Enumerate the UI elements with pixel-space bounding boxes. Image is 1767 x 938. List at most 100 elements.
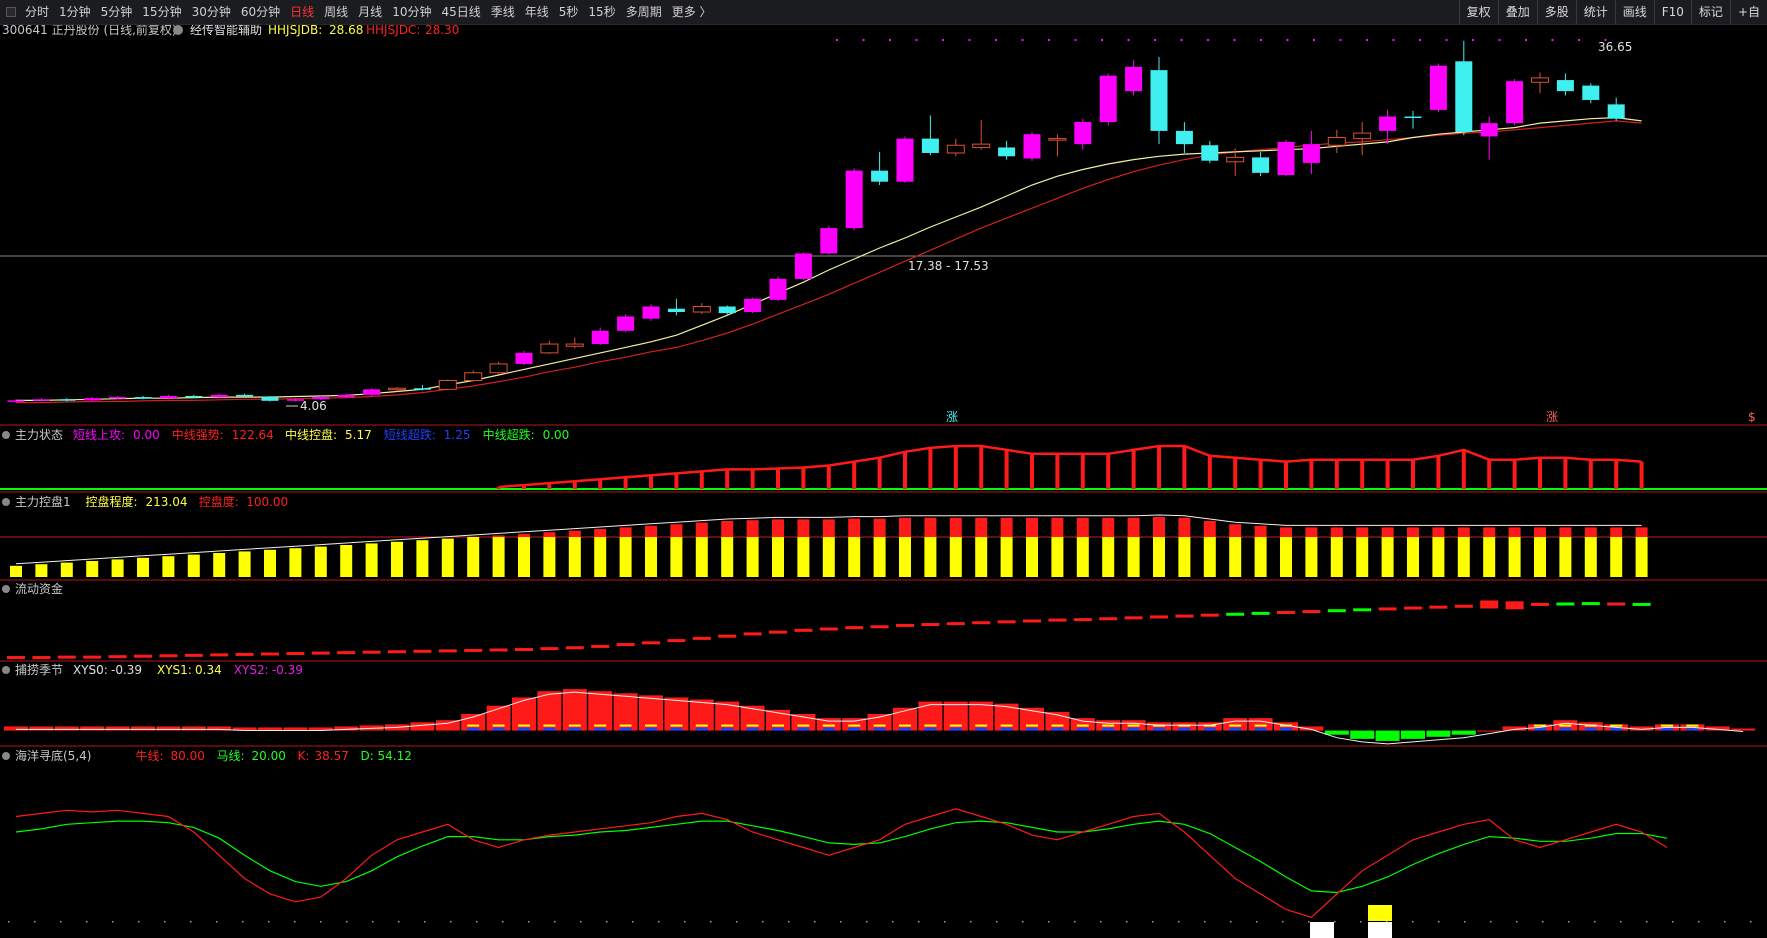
season-mark-yellow <box>721 724 734 727</box>
tool-button[interactable]: +自 <box>1729 0 1767 24</box>
period-tab[interactable]: 1分钟 <box>54 0 96 24</box>
control-bar-yellow <box>670 537 683 577</box>
candle-body <box>921 138 939 153</box>
legend-name: 短线上攻: <box>73 428 125 442</box>
grid-dot <box>502 921 504 923</box>
fund-dash <box>489 648 508 652</box>
grid-dot <box>606 921 608 923</box>
tool-button[interactable]: 复权 <box>1458 0 1498 24</box>
control-bar-yellow <box>492 537 505 577</box>
toolbar-grip-icon[interactable] <box>6 7 16 17</box>
control-bar-red <box>1330 527 1343 537</box>
control-bar-yellow <box>289 548 302 577</box>
season-mark-yellow <box>695 724 708 727</box>
control-bar-red <box>1584 527 1597 537</box>
period-tab[interactable]: 30分钟 <box>187 0 236 24</box>
main-candle-panel: 36.65 4.06 17.38 - 17.53 涨 涨 $ <box>0 39 1767 747</box>
period-tab[interactable]: 5分钟 <box>96 0 138 24</box>
control-bar-yellow <box>35 564 48 577</box>
control-bar-yellow <box>1330 537 1343 577</box>
legend-value: 100.00 <box>246 495 288 509</box>
control-bar-red <box>772 519 784 537</box>
period-tab[interactable]: 季线 <box>486 0 520 24</box>
control-bar-red <box>1280 527 1292 537</box>
tool-button[interactable]: F10 <box>1653 0 1691 24</box>
control-bar-yellow <box>137 557 149 577</box>
indicator-toggle-icon[interactable] <box>173 25 183 35</box>
panel-toggle-icon[interactable] <box>2 666 10 674</box>
candle-body <box>1201 145 1219 161</box>
grid-dot <box>788 921 790 923</box>
control-bar-yellow <box>1305 537 1318 577</box>
panel-toggle-icon[interactable] <box>2 498 10 506</box>
panel-toggle-icon[interactable] <box>2 752 10 760</box>
period-tab[interactable]: 15分钟 <box>137 0 186 24</box>
period-tab[interactable]: 分时 <box>20 0 54 24</box>
period-tab[interactable]: 日线 <box>285 0 319 24</box>
legend-name: 牛线: <box>136 748 164 763</box>
candle-body <box>1582 85 1600 100</box>
season-mark-yellow <box>1686 724 1699 727</box>
season-mark-yellow <box>1051 724 1064 727</box>
top-dot-mark <box>1048 39 1050 41</box>
grid-dot <box>1646 921 1648 923</box>
period-tab[interactable]: 周线 <box>319 0 353 24</box>
top-dot-mark <box>1207 39 1209 41</box>
control-bar-red <box>518 533 530 537</box>
grid-dot <box>1100 921 1102 923</box>
candle-body <box>1327 137 1346 146</box>
control-bar-red <box>568 530 581 537</box>
period-tab[interactable]: 5秒 <box>554 0 584 24</box>
control-bar-red <box>1432 527 1445 537</box>
season-bar-red <box>435 720 460 731</box>
control-bar-yellow <box>873 537 886 577</box>
signal-marker: 涨 <box>1546 409 1558 424</box>
grid-dot <box>1282 921 1284 923</box>
fund-dash <box>57 655 76 659</box>
period-tab[interactable]: 60分钟 <box>236 0 285 24</box>
control-bar-red <box>1102 517 1115 537</box>
legend-value: 38.57 <box>315 749 349 763</box>
period-tab[interactable]: 年线 <box>520 0 554 24</box>
season-mark-blue <box>949 727 962 731</box>
fund-dash <box>7 656 25 660</box>
tool-button[interactable]: 标记 <box>1690 0 1730 24</box>
candle-body <box>83 398 101 401</box>
candle-body <box>261 397 279 401</box>
panel-title: 捕捞季节 <box>15 662 63 677</box>
legend-value: 0.00 <box>543 428 570 442</box>
grid-dot <box>190 921 192 923</box>
tool-button[interactable]: 画线 <box>1614 0 1654 24</box>
candle-body <box>820 228 838 254</box>
period-tab[interactable]: 多周期 <box>621 0 667 24</box>
zhuli-kongpan-panel: 主力控盘1 控盘程度: 213.04 控盘度: 100.00 <box>0 494 1767 577</box>
period-tab[interactable]: 15秒 <box>583 0 620 24</box>
period-tab[interactable]: 45日线 <box>436 0 485 24</box>
period-tab[interactable]: 更多 〉 <box>667 0 717 24</box>
panel-toggle-icon[interactable] <box>2 431 10 439</box>
control-bar-yellow <box>1178 537 1191 577</box>
tool-button[interactable]: 叠加 <box>1497 0 1537 24</box>
season-mark-blue <box>1254 727 1267 731</box>
control-bar-red <box>1051 517 1064 537</box>
panel-title: 主力状态 <box>15 428 63 442</box>
panel-toggle-icon[interactable] <box>2 585 10 593</box>
period-tab[interactable]: 月线 <box>353 0 387 24</box>
period-tab[interactable]: 10分钟 <box>387 0 436 24</box>
grid-dot <box>1620 921 1622 923</box>
grid-dot <box>710 921 712 923</box>
tool-button[interactable]: 统计 <box>1575 0 1615 24</box>
grid-dot <box>450 921 452 923</box>
candle-body <box>109 397 127 399</box>
season-mark-yellow <box>518 724 530 727</box>
grid-dot <box>658 921 660 923</box>
k-line <box>15 808 1668 918</box>
ma-line-red <box>16 120 1642 404</box>
candle-body <box>845 170 863 229</box>
candle-body <box>744 298 762 313</box>
bottom-signal-block <box>1368 922 1392 938</box>
candle-body <box>438 379 457 390</box>
tool-button[interactable]: 多股 <box>1536 0 1576 24</box>
control-bar-yellow <box>1356 537 1369 577</box>
period-tabs: 分时 1分钟 5分钟 15分钟 30分钟 60分钟 日线 周线 月线 10分钟 45日线 季线 年线 5秒… <box>0 0 717 24</box>
